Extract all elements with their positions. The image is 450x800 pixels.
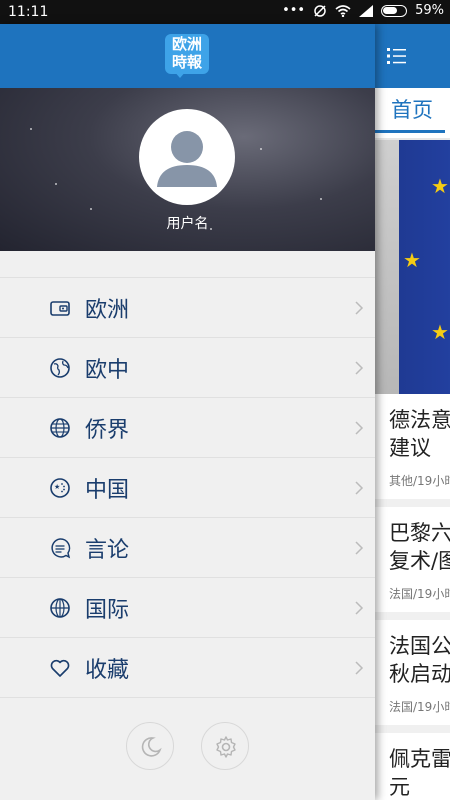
menu-item-europe[interactable]: 欧洲 xyxy=(0,278,375,338)
menu-label: 收藏 xyxy=(85,658,130,683)
news-title-line: 建议 xyxy=(389,436,431,460)
news-title-line: 复术/图 xyxy=(389,549,450,573)
status-icons: ••• 59% xyxy=(282,3,444,18)
chevron-right-icon xyxy=(355,661,364,675)
svg-text:★: ★ xyxy=(54,483,60,491)
menu-label: 欧中 xyxy=(85,358,130,383)
star-dot xyxy=(55,183,57,185)
news-meta: 法国/19小时 xyxy=(389,700,450,714)
battery-percent: 59% xyxy=(415,3,444,18)
menu-label: 侨界 xyxy=(85,418,130,443)
menu-label: 中国 xyxy=(85,478,130,503)
news-title-line: 德法意 xyxy=(389,408,450,432)
menu-item-europe-china[interactable]: 欧中 xyxy=(0,338,375,398)
nav-drawer: 欧洲 時報 用户名 欧洲 欧中 侨界 ★ 中国 言论 国际 收藏 xyxy=(0,24,375,800)
earth-icon xyxy=(50,358,70,378)
china-flag-icon: ★ xyxy=(50,478,70,498)
night-mode-button[interactable] xyxy=(126,722,174,770)
logo-text-line: 欧洲 xyxy=(171,35,202,53)
status-time: 11:11 xyxy=(8,4,49,20)
menu-item-china[interactable]: ★ 中国 xyxy=(0,458,375,518)
menu-label: 言论 xyxy=(85,538,130,563)
main-topbar xyxy=(375,24,450,88)
logo-text-line: 時報 xyxy=(171,53,202,71)
menu-label: 欧洲 xyxy=(85,298,130,323)
status-bar: 11:11 ••• 59% xyxy=(0,0,450,24)
profile-header: 用户名 xyxy=(0,88,375,251)
menu-item-overseas[interactable]: 侨界 xyxy=(0,398,375,458)
star-dot xyxy=(90,208,92,210)
flag-star-icon: ★ xyxy=(431,320,449,344)
chevron-right-icon xyxy=(355,481,364,495)
news-item[interactable]: 佩克雷 元 xyxy=(375,733,450,800)
menu-item-international[interactable]: 国际 xyxy=(0,578,375,638)
star-dot xyxy=(320,198,322,200)
user-avatar-icon xyxy=(157,131,217,187)
star-dot xyxy=(30,128,32,130)
hero-image[interactable]: ★ ★ ★ ★ xyxy=(375,140,450,394)
flag-star-icon: ★ xyxy=(403,248,421,272)
moon-icon xyxy=(141,737,162,757)
news-meta: 法国/19小时 xyxy=(389,587,450,601)
news-title-line: 秋启动 xyxy=(389,662,450,686)
news-item[interactable]: 德法意 建议 其他/19小时 xyxy=(375,394,450,507)
eu-flag-image: ★ ★ ★ ★ xyxy=(399,140,450,394)
logo-text: 欧洲 時報 xyxy=(165,35,209,71)
flag-star-icon: ★ xyxy=(431,174,449,198)
battery-icon xyxy=(381,4,408,17)
username[interactable]: 用户名 xyxy=(0,213,375,233)
more-dots-icon: ••• xyxy=(282,3,306,18)
chevron-right-icon xyxy=(355,601,364,615)
signal-icon xyxy=(359,4,374,17)
app-logo: 欧洲 時報 xyxy=(165,34,209,80)
news-title-line: 佩克雷 xyxy=(389,747,450,771)
chevron-right-icon xyxy=(355,541,364,555)
news-title-line: 元 xyxy=(389,775,410,799)
world-icon xyxy=(50,598,70,618)
tab-bar: 首页 xyxy=(375,88,450,140)
avatar[interactable] xyxy=(139,109,235,205)
globe-grid-icon xyxy=(50,418,70,438)
tab-home[interactable]: 首页 xyxy=(375,94,445,133)
news-meta: 其他/19小时 xyxy=(389,474,450,488)
settings-button[interactable] xyxy=(201,722,249,770)
gear-icon xyxy=(216,736,236,758)
menu-label: 国际 xyxy=(85,598,130,623)
chevron-right-icon xyxy=(355,361,364,375)
logo-tail xyxy=(173,70,187,78)
menu-item-opinion[interactable]: 言论 xyxy=(0,518,375,578)
main-panel: 首页 ★ ★ ★ ★ 德法意 建议 其他/19小时 巴黎六 复术/图 法国/19… xyxy=(375,24,450,800)
news-title-line: 法国公 xyxy=(389,634,450,658)
list-menu-icon[interactable] xyxy=(385,44,409,68)
news-title-line: 巴黎六 xyxy=(389,521,450,545)
speech-bubble-icon xyxy=(51,538,71,559)
drawer-menu: 欧洲 欧中 侨界 ★ 中国 言论 国际 收藏 xyxy=(0,277,375,698)
wallet-icon xyxy=(50,301,70,316)
alarm-off-icon xyxy=(314,4,326,17)
chevron-right-icon xyxy=(355,421,364,435)
star-dot xyxy=(260,148,262,150)
wifi-icon xyxy=(335,4,351,17)
news-item[interactable]: 法国公 秋启动 法国/19小时 xyxy=(375,620,450,733)
chevron-right-icon xyxy=(355,301,364,315)
news-item[interactable]: 巴黎六 复术/图 法国/19小时 xyxy=(375,507,450,620)
drawer-header: 欧洲 時報 xyxy=(0,24,375,88)
heart-icon xyxy=(50,659,70,677)
menu-item-favorites[interactable]: 收藏 xyxy=(0,638,375,698)
